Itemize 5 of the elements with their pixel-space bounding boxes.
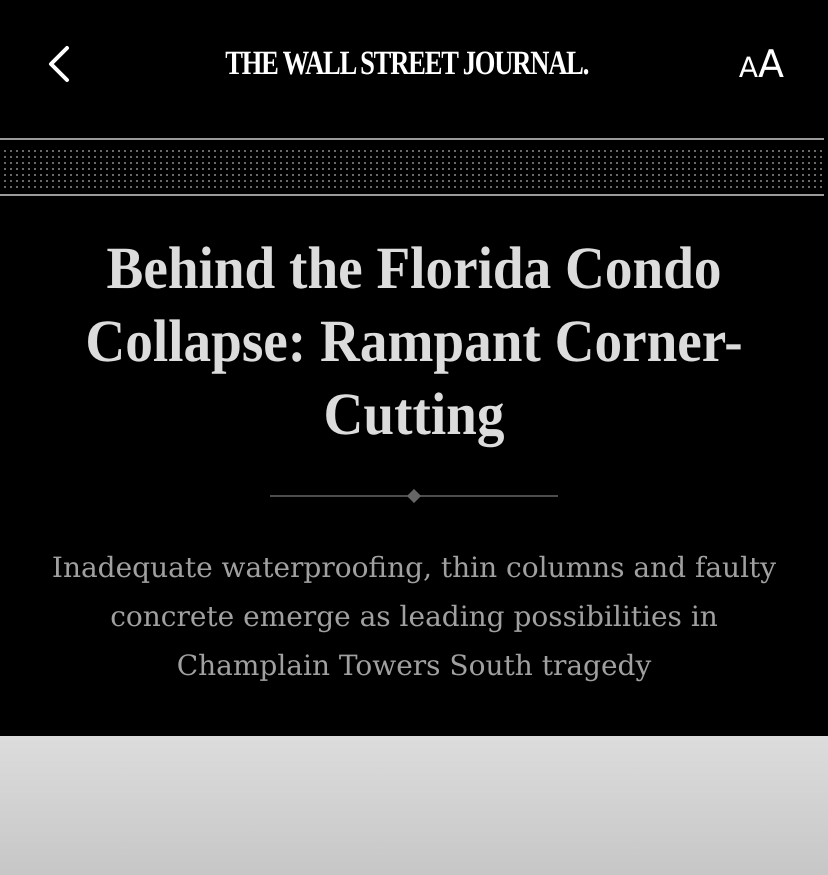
- back-icon: [47, 45, 71, 83]
- headline: Behind the Florida Condo Collapse: Rampant Corner-Cutting: [84, 234, 744, 450]
- masthead: THE WALL STREET JOURNAL.: [224, 45, 588, 83]
- text-size-button[interactable]: AA: [738, 42, 784, 86]
- article-summary: Inadequate waterproofing, thin columns and faulty concrete emerge as leading possibilities in Champlain Towers South tragedy: [50, 550, 778, 684]
